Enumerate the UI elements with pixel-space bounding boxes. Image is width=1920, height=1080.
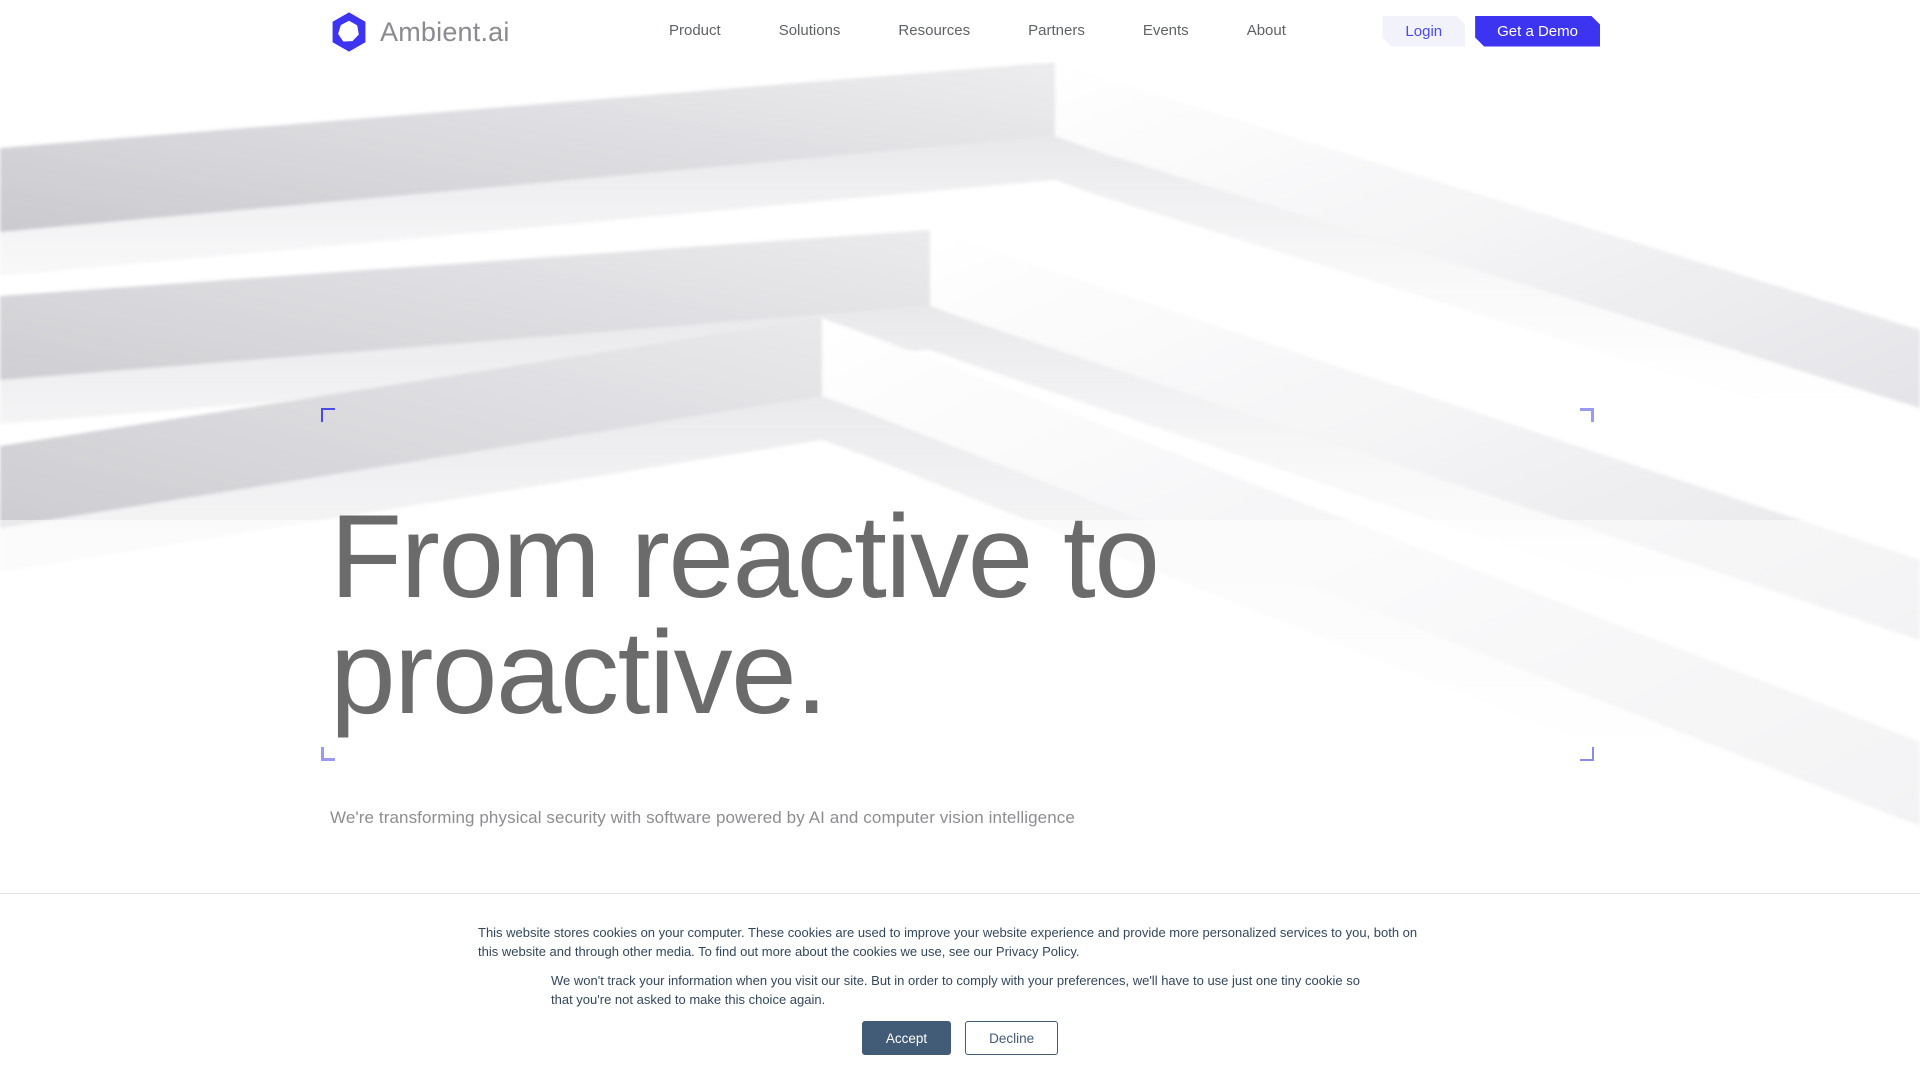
nav-item-about[interactable]: About [1218,0,1315,62]
cookie-paragraph-primary: This website stores cookies on your comp… [478,924,1438,962]
nav-item-resources[interactable]: Resources [869,0,999,62]
privacy-policy-link[interactable]: Privacy Policy [996,944,1076,959]
nav-item-partners[interactable]: Partners [999,0,1114,62]
hero-headline-block: From reactive to proactive. [321,408,1594,762]
corner-bracket-bottom-right-icon [1580,747,1594,762]
hero-content: From reactive to proactive. We're transf… [0,0,1920,888]
main-navigation: Product Solutions Resources Partners Eve… [640,0,1315,62]
nav-item-solutions[interactable]: Solutions [750,0,870,62]
login-button[interactable]: Login [1382,16,1465,47]
cookie-consent-banner: This website stores cookies on your comp… [0,893,1920,1080]
cookie-actions: Accept Decline [0,1021,1920,1055]
decline-cookies-button[interactable]: Decline [965,1021,1059,1055]
get-a-demo-button[interactable]: Get a Demo [1475,16,1600,47]
cookie-text-part-2: . [1075,943,1080,959]
header-actions: Login Get a Demo [1382,0,1600,62]
corner-bracket-bottom-left-icon [321,747,335,762]
corner-bracket-top-right-icon [1580,408,1594,422]
nav-item-product[interactable]: Product [640,0,750,62]
page-title: From reactive to proactive. [330,498,1585,732]
hexagon-logo-icon [332,12,366,52]
headline-line-1: From reactive to [330,491,1160,623]
accept-cookies-button[interactable]: Accept [861,1021,952,1055]
headline-line-2: proactive. [330,606,828,739]
corner-bracket-top-left-icon [321,408,335,422]
brand-name: Ambient.ai [380,16,510,47]
cookie-text-part-1: This website stores cookies on your comp… [478,925,1418,959]
nav-item-events[interactable]: Events [1114,0,1218,62]
cookie-paragraph-secondary: We won't track your information when you… [551,973,1360,1007]
brand-logo-link[interactable]: Ambient.ai [329,11,510,53]
site-header: Ambient.ai Product Solutions Resources P… [0,0,1920,62]
hero-subheadline: We're transforming physical security wit… [330,808,1075,827]
